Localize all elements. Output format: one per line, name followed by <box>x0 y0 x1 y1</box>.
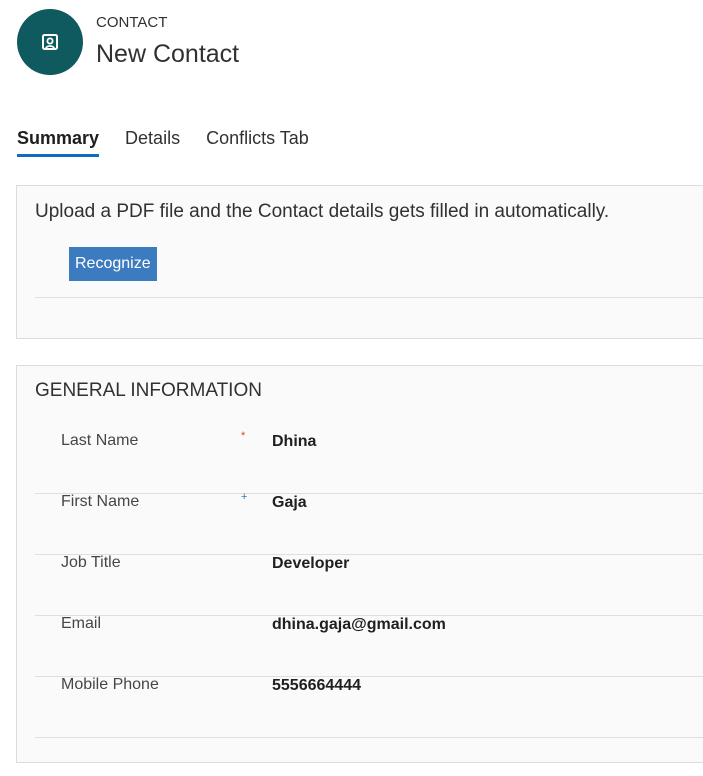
field-row-mobile-phone[interactable]: Mobile Phone 5556664444 <box>35 676 703 738</box>
last-name-value[interactable]: Dhina <box>272 433 316 451</box>
field-row-last-name[interactable]: Last Name * Dhina <box>35 430 703 494</box>
entity-avatar <box>17 9 83 75</box>
job-title-value[interactable]: Developer <box>272 555 349 573</box>
email-value[interactable]: dhina.gaja@gmail.com <box>272 616 446 634</box>
recognize-button[interactable]: Recognize <box>69 247 157 281</box>
field-label: Email <box>61 615 102 632</box>
field-label: Mobile Phone <box>61 676 159 693</box>
recommended-marker: + <box>241 491 248 503</box>
tab-summary[interactable]: Summary <box>17 128 100 157</box>
upload-section: Upload a PDF file and the Contact detail… <box>16 185 703 339</box>
general-information-section: GENERAL INFORMATION Last Name * Dhina Fi… <box>16 365 703 763</box>
mobile-phone-value[interactable]: 5556664444 <box>272 677 361 695</box>
required-marker: * <box>241 430 246 442</box>
contact-card-icon <box>42 34 58 50</box>
field-label: First Name <box>61 493 140 510</box>
field-label: Last Name <box>61 432 139 449</box>
field-label: Job Title <box>61 554 121 571</box>
field-row-job-title[interactable]: Job Title Developer <box>35 554 703 616</box>
tab-conflicts[interactable]: Conflicts Tab <box>206 128 309 157</box>
section-title: GENERAL INFORMATION <box>35 380 262 401</box>
tab-details[interactable]: Details <box>125 128 180 157</box>
first-name-value[interactable]: Gaja <box>272 494 307 512</box>
section-divider <box>35 297 703 298</box>
record-title: New Contact <box>96 40 240 68</box>
upload-description: Upload a PDF file and the Contact detail… <box>35 201 610 222</box>
field-row-email[interactable]: Email dhina.gaja@gmail.com <box>35 615 703 677</box>
tab-bar: Summary Details Conflicts Tab <box>17 128 335 157</box>
entity-type-label: CONTACT <box>96 14 168 31</box>
field-row-first-name[interactable]: First Name + Gaja <box>35 491 703 555</box>
